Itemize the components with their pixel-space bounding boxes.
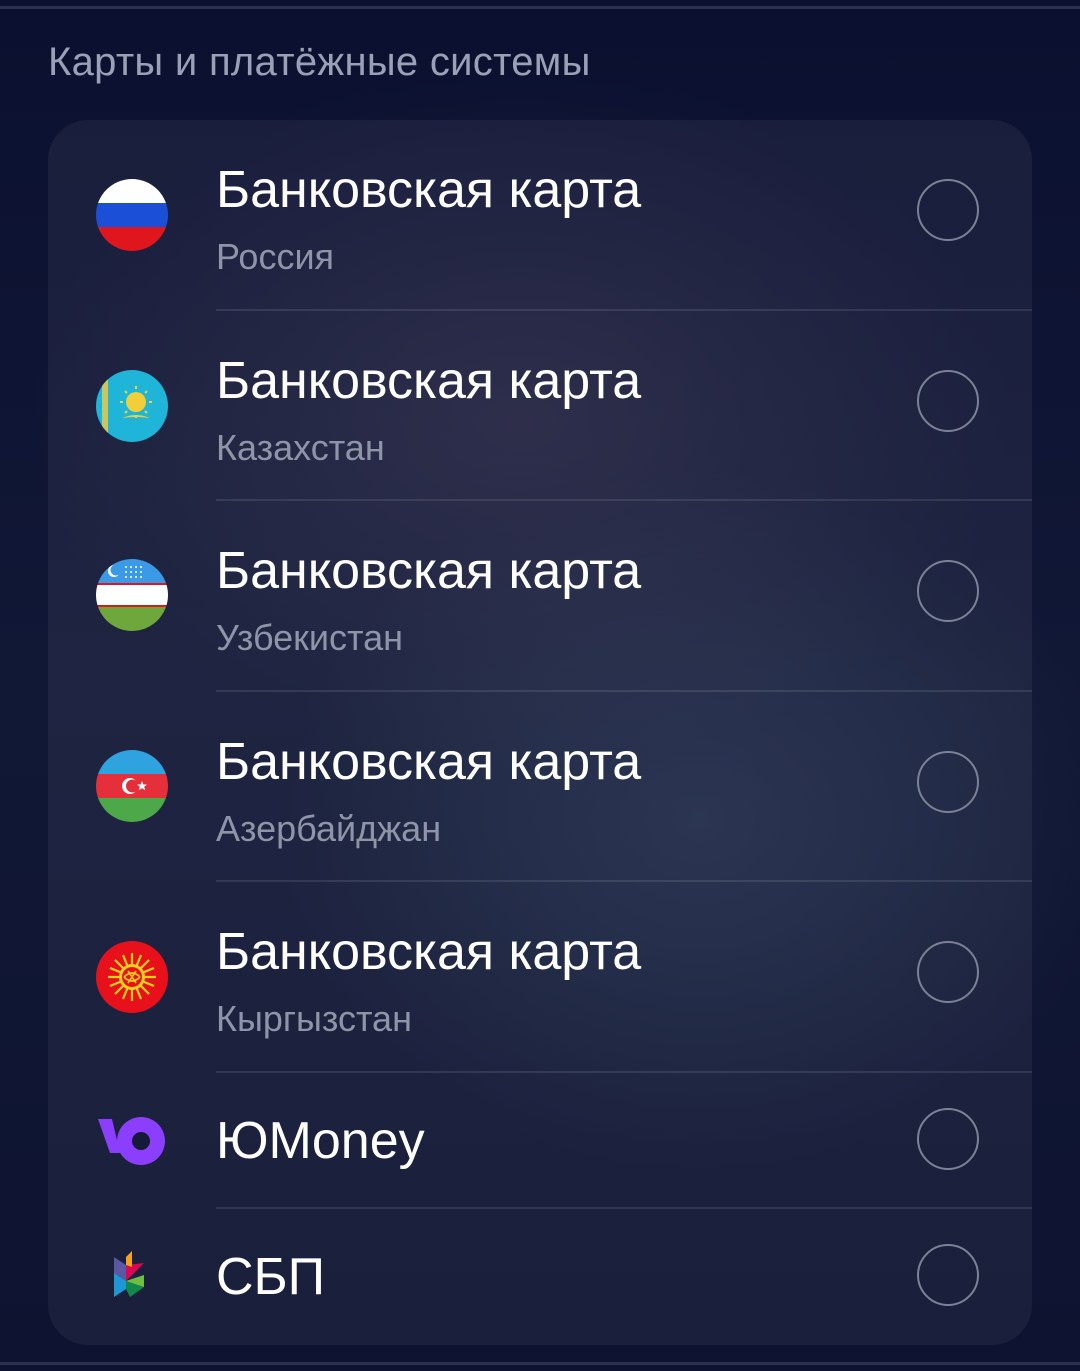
option-subtitle: Азербайджан	[216, 808, 442, 849]
option-subtitle: Кыргызстан	[216, 998, 412, 1039]
russia-flag-icon	[96, 179, 168, 251]
payment-option-uzbekistan[interactable]: Банковская карта Узбекистан	[48, 501, 1032, 692]
kyrgyzstan-flag-icon	[96, 941, 168, 1013]
option-title: Банковская карта	[216, 923, 642, 981]
azerbaijan-flag-icon	[96, 750, 168, 822]
bottom-divider	[0, 1362, 1080, 1365]
yoomoney-logo-icon	[96, 1105, 168, 1177]
option-subtitle: Узбекистан	[216, 617, 404, 658]
radio-button[interactable]	[917, 1244, 979, 1306]
payment-option-kazakhstan[interactable]: Банковская карта Казахстан	[48, 311, 1032, 501]
radio-button[interactable]	[917, 751, 979, 813]
uzbekistan-flag-icon	[96, 559, 168, 631]
radio-button[interactable]	[917, 1108, 979, 1170]
radio-button[interactable]	[917, 370, 979, 432]
option-title: Банковская карта	[216, 352, 642, 410]
payment-option-sbp[interactable]: СБП	[48, 1209, 1032, 1345]
kazakhstan-flag-icon	[96, 370, 168, 442]
payment-option-yoomoney[interactable]: ЮMoney	[48, 1073, 1032, 1209]
option-title: Банковская карта	[216, 161, 642, 219]
radio-button[interactable]	[917, 560, 979, 622]
payment-option-azerbaijan[interactable]: Банковская карта Азербайджан	[48, 692, 1032, 882]
option-title: ЮMoney	[216, 1112, 425, 1170]
top-divider	[0, 6, 1080, 9]
option-title: Банковская карта	[216, 733, 642, 791]
option-title: СБП	[216, 1248, 326, 1306]
payment-option-russia[interactable]: Банковская карта Россия	[48, 120, 1032, 311]
option-subtitle: Казахстан	[216, 427, 385, 468]
section-title: Карты и платёжные системы	[48, 40, 591, 84]
option-title: Банковская карта	[216, 542, 642, 600]
sbp-logo-icon	[96, 1241, 168, 1313]
payment-methods-card: Банковская карта Россия Банковская карта…	[48, 120, 1032, 1345]
radio-button[interactable]	[917, 179, 979, 241]
option-subtitle: Россия	[216, 236, 335, 277]
radio-button[interactable]	[917, 941, 979, 1003]
payment-option-kyrgyzstan[interactable]: Банковская карта Кыргызстан	[48, 882, 1032, 1073]
